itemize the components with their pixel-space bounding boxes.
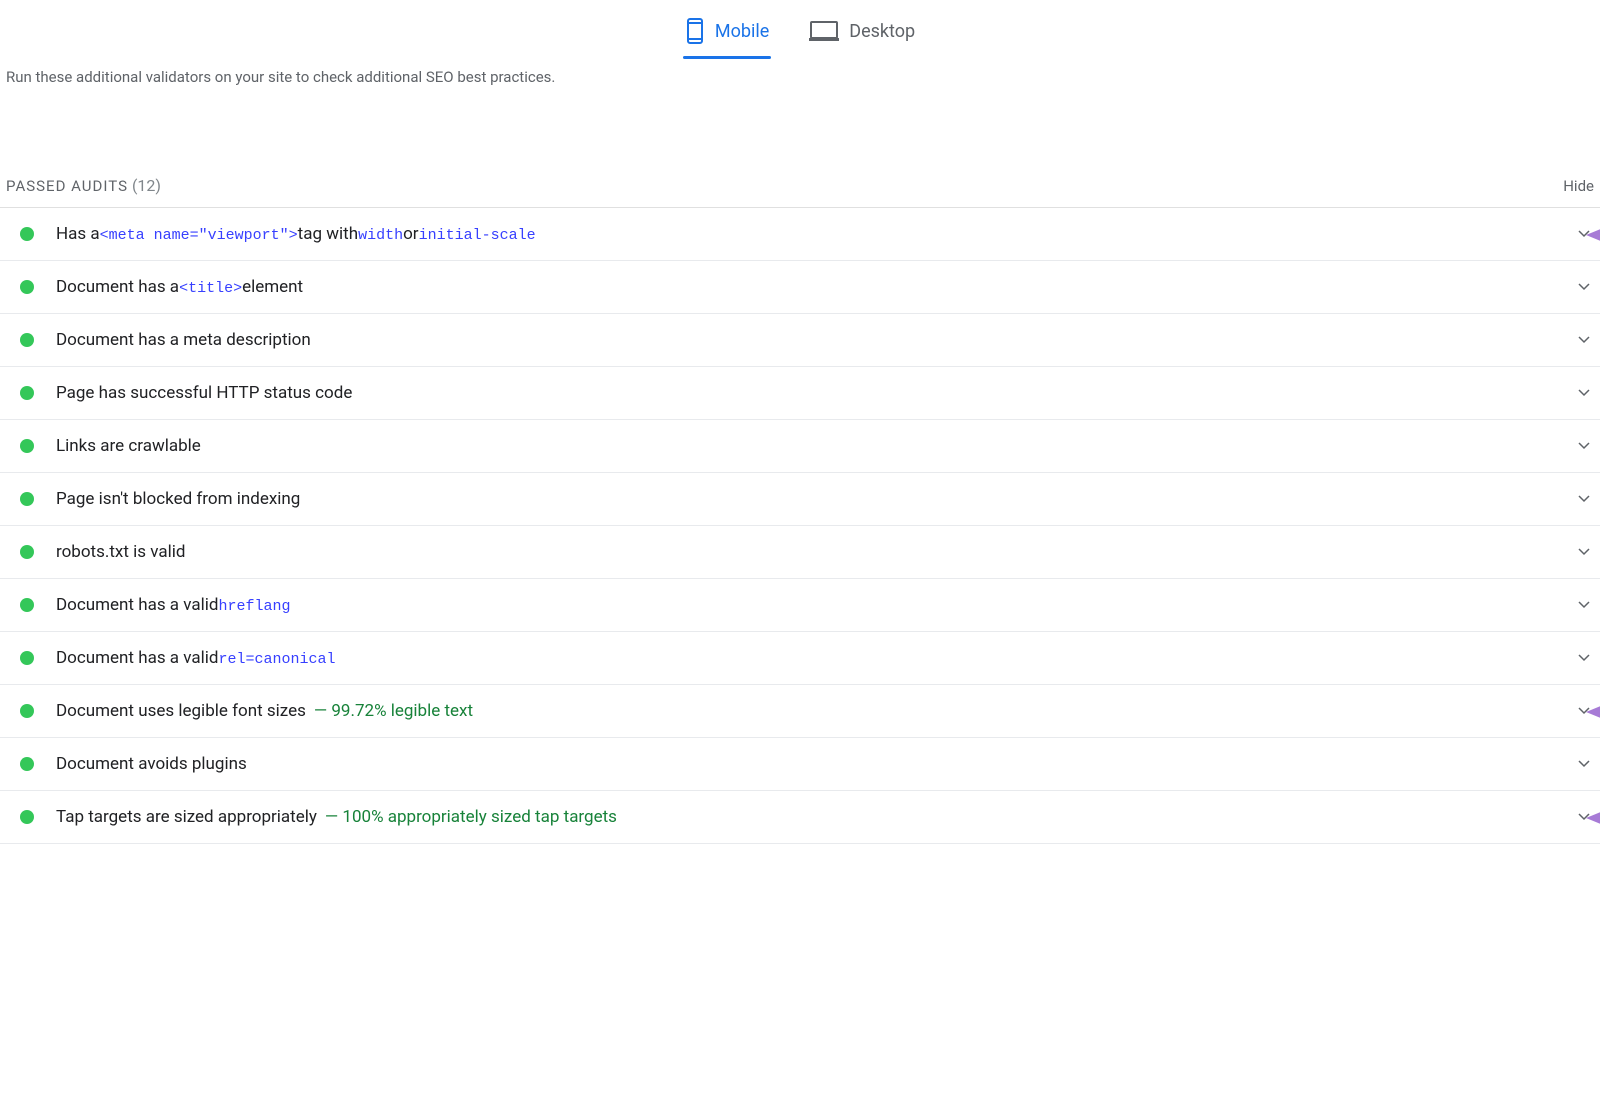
chevron-down-icon <box>1578 598 1590 612</box>
audit-title: Document uses legible font sizes — 99.72… <box>56 701 1568 721</box>
tab-desktop-label: Desktop <box>849 21 915 42</box>
audit-score: — 100% appropriately sized tap targets <box>325 807 617 827</box>
audit-title: robots.txt is valid <box>56 542 1568 562</box>
annotation-arrow-icon <box>1586 809 1600 823</box>
section-title: PASSED AUDITS <box>6 177 128 195</box>
pass-indicator-icon <box>20 651 34 665</box>
audit-row[interactable]: Page has successful HTTP status code <box>0 367 1600 420</box>
audit-title: Document has a <title> element <box>56 277 1568 297</box>
chevron-down-icon <box>1578 386 1590 400</box>
annotation-arrow-icon <box>1586 226 1600 240</box>
pass-indicator-icon <box>20 227 34 241</box>
audit-row[interactable]: Document has a meta description <box>0 314 1600 367</box>
chevron-down-icon <box>1578 439 1590 453</box>
pass-indicator-icon <box>20 439 34 453</box>
pass-indicator-icon <box>20 598 34 612</box>
chevron-down-icon <box>1578 333 1590 347</box>
tab-mobile[interactable]: Mobile <box>685 12 769 50</box>
audit-row[interactable]: Document avoids plugins <box>0 738 1600 791</box>
audit-title: Document avoids plugins <box>56 754 1568 774</box>
audit-row[interactable]: Document has a valid hreflang <box>0 579 1600 632</box>
audit-row[interactable]: Tap targets are sized appropriately — 10… <box>0 791 1600 844</box>
audit-row[interactable]: Document uses legible font sizes — 99.72… <box>0 685 1600 738</box>
audit-row[interactable]: Document has a valid rel=canonical <box>0 632 1600 685</box>
audit-list: Has a <meta name="viewport"> tag with wi… <box>0 208 1600 844</box>
device-tabs: Mobile Desktop <box>0 0 1600 58</box>
pass-indicator-icon <box>20 333 34 347</box>
audit-title: Document has a valid rel=canonical <box>56 648 1568 668</box>
audit-title: Document has a meta description <box>56 330 1568 350</box>
hide-button[interactable]: Hide <box>1563 177 1594 195</box>
pass-indicator-icon <box>20 280 34 294</box>
pass-indicator-icon <box>20 386 34 400</box>
audit-row[interactable]: Page isn't blocked from indexing <box>0 473 1600 526</box>
desktop-icon <box>809 20 839 42</box>
pass-indicator-icon <box>20 704 34 718</box>
mobile-icon <box>685 18 705 44</box>
pass-indicator-icon <box>20 757 34 771</box>
audit-title: Links are crawlable <box>56 436 1568 456</box>
audit-row[interactable]: Links are crawlable <box>0 420 1600 473</box>
section-count: (12) <box>132 176 161 195</box>
audit-title: Document has a valid hreflang <box>56 595 1568 615</box>
audit-title: Page isn't blocked from indexing <box>56 489 1568 509</box>
pass-indicator-icon <box>20 810 34 824</box>
audit-row[interactable]: robots.txt is valid <box>0 526 1600 579</box>
audit-row[interactable]: Document has a <title> element <box>0 261 1600 314</box>
section-header: PASSED AUDITS (12) Hide <box>0 176 1600 207</box>
tab-desktop[interactable]: Desktop <box>809 12 915 50</box>
audit-score: — 99.72% legible text <box>314 701 473 721</box>
chevron-down-icon <box>1578 280 1590 294</box>
chevron-down-icon <box>1578 651 1590 665</box>
annotation-arrow-icon <box>1586 703 1600 717</box>
pass-indicator-icon <box>20 492 34 506</box>
chevron-down-icon <box>1578 492 1590 506</box>
chevron-down-icon <box>1578 545 1590 559</box>
audit-title: Has a <meta name="viewport"> tag with wi… <box>56 224 1568 244</box>
chevron-down-icon <box>1578 757 1590 771</box>
pass-indicator-icon <box>20 545 34 559</box>
audit-title: Tap targets are sized appropriately — 10… <box>56 807 1568 827</box>
intro-text: Run these additional validators on your … <box>0 58 1600 96</box>
tab-mobile-label: Mobile <box>715 21 769 42</box>
audit-row[interactable]: Has a <meta name="viewport"> tag with wi… <box>0 208 1600 261</box>
audit-title: Page has successful HTTP status code <box>56 383 1568 403</box>
